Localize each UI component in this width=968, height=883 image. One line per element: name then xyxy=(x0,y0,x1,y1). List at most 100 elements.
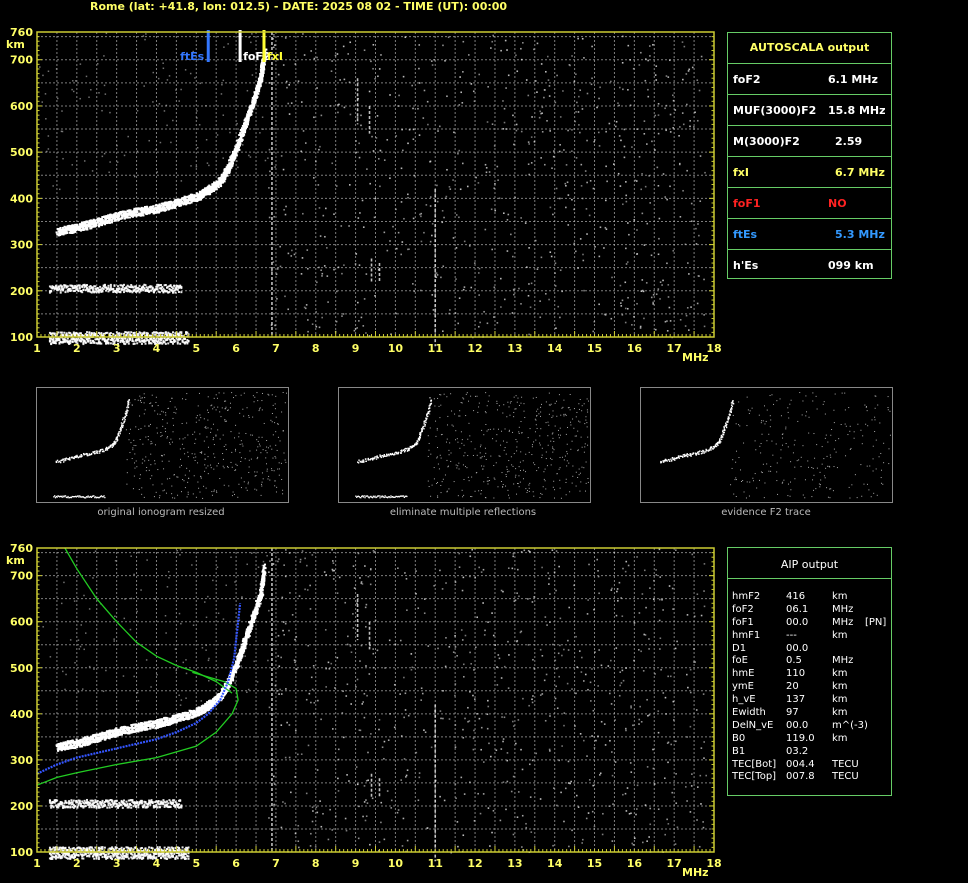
noise-dot xyxy=(362,325,365,327)
thumbnail-trace-point xyxy=(123,420,126,422)
noise-dot xyxy=(379,185,381,188)
thumbnail-noise-dot xyxy=(132,488,134,490)
f2-trace-point xyxy=(259,85,262,88)
f2-trace-point xyxy=(93,219,97,222)
thumbnail-noise-dot xyxy=(261,436,263,438)
noise-dot xyxy=(555,187,558,190)
thumbnail-noise-dot xyxy=(160,431,162,433)
thumbnail-noise-dot xyxy=(484,411,486,413)
noise-dot xyxy=(496,322,499,324)
noise-dot xyxy=(284,37,287,39)
noise-dot xyxy=(303,54,306,56)
f2-trace-point xyxy=(198,190,202,193)
layer-trace-point xyxy=(54,342,57,345)
thumbnail-noise-dot xyxy=(143,413,145,415)
noise-dot xyxy=(620,139,622,142)
thumbnail-noise-dot xyxy=(520,421,522,423)
noise-dot xyxy=(329,105,332,107)
noise-dot xyxy=(613,163,615,165)
thumbnail-noise-dot xyxy=(256,471,258,473)
thumbnail-trace-point xyxy=(361,461,363,463)
noise-dot xyxy=(316,281,318,284)
layer-trace-point xyxy=(164,331,167,334)
noise-dot xyxy=(530,136,533,138)
thumbnail-noise-dot xyxy=(187,491,189,493)
noise-dot xyxy=(494,209,497,212)
thumbnail-noise-dot xyxy=(268,475,270,477)
thumbnail-noise-dot xyxy=(282,430,284,432)
noise-dot xyxy=(638,156,641,158)
noise-dot xyxy=(407,142,409,145)
thumbnail-noise-dot xyxy=(474,395,476,397)
layer-trace-point xyxy=(82,343,85,346)
thumbnail-noise-dot xyxy=(150,453,152,455)
thumbnail-noise-dot xyxy=(585,419,587,421)
noise-dot xyxy=(657,288,660,290)
thumbnail-noise-dot xyxy=(257,456,259,458)
noise-dot xyxy=(491,40,494,43)
noise-dot xyxy=(510,233,512,236)
noise-dot xyxy=(688,329,690,331)
thumbnail-noise-dot xyxy=(274,422,276,424)
thumbnail-noise-dot xyxy=(256,458,258,460)
layer-trace-point xyxy=(161,286,164,289)
thumbnail-noise-dot xyxy=(232,491,234,493)
thumbnail-noise-dot xyxy=(474,448,476,450)
layer-trace-point xyxy=(103,284,106,287)
noise-dot xyxy=(148,139,150,142)
noise-dot xyxy=(386,249,389,252)
thumbnail-noise-dot xyxy=(199,414,201,416)
thumbnail-noise-dot xyxy=(565,494,567,496)
thumbnail-noise-dot xyxy=(213,397,215,399)
thumbnail-noise-dot xyxy=(210,464,212,466)
layer-trace-point xyxy=(85,331,88,334)
layer-trace-point xyxy=(143,287,146,290)
thumbnail-noise-dot xyxy=(184,487,186,489)
noise-dot xyxy=(559,116,562,118)
noise-dot xyxy=(579,89,582,92)
noise-dot xyxy=(330,70,333,72)
thumbnail-noise-dot xyxy=(196,415,198,417)
f2-trace-point xyxy=(212,187,215,190)
thumbnail-noise-dot xyxy=(230,461,232,463)
thumbnail-noise-dot xyxy=(584,423,586,425)
thumbnail-trace-point xyxy=(426,413,428,415)
noise-dot xyxy=(502,128,505,130)
noise-dot xyxy=(697,223,699,225)
thumbnail-noise-dot xyxy=(207,419,209,421)
thumbnail-noise-dot xyxy=(184,474,186,476)
thumbnail-noise-dot xyxy=(166,478,168,480)
noise-dot xyxy=(665,129,667,132)
thumbnail-noise-dot xyxy=(244,458,246,460)
thumbnail-noise-dot xyxy=(235,395,237,397)
noise-dot xyxy=(573,208,575,211)
noise-dot xyxy=(696,79,699,81)
thumbnail-trace-point xyxy=(104,449,107,451)
noise-dot xyxy=(333,213,335,215)
layer-trace-point xyxy=(66,285,69,288)
thumbnail-noise-dot xyxy=(198,419,200,421)
layer-trace-point xyxy=(177,290,180,293)
thumbnail-noise-dot xyxy=(204,453,206,455)
thumbnail-noise-dot xyxy=(260,452,262,454)
thumbnail-noise-dot xyxy=(248,459,250,461)
thumbnail-noise-dot xyxy=(240,394,242,396)
x-tick-label: 8 xyxy=(312,342,320,355)
thumbnail-noise-dot xyxy=(430,453,432,455)
thumbnail-trace-point xyxy=(402,495,405,497)
thumbnail-noise-dot xyxy=(261,481,263,483)
thumbnail-noise-dot xyxy=(533,495,535,497)
thumbnail-trace-point xyxy=(115,437,118,440)
fxI-marker-line xyxy=(262,30,266,62)
layer-trace-point xyxy=(102,287,105,290)
noise-dot xyxy=(347,53,350,55)
thumbnail-noise-dot xyxy=(436,457,438,459)
thumbnail-noise-dot xyxy=(514,476,516,478)
thumbnail-noise-dot xyxy=(584,446,586,448)
noise-dot xyxy=(674,109,677,111)
thumbnail-noise-dot xyxy=(222,458,224,460)
thumbnail-trace-point xyxy=(98,452,101,454)
noise-dot xyxy=(504,39,507,42)
y-tick-label: 500 xyxy=(10,146,33,159)
thumbnail-noise-dot xyxy=(131,458,133,460)
